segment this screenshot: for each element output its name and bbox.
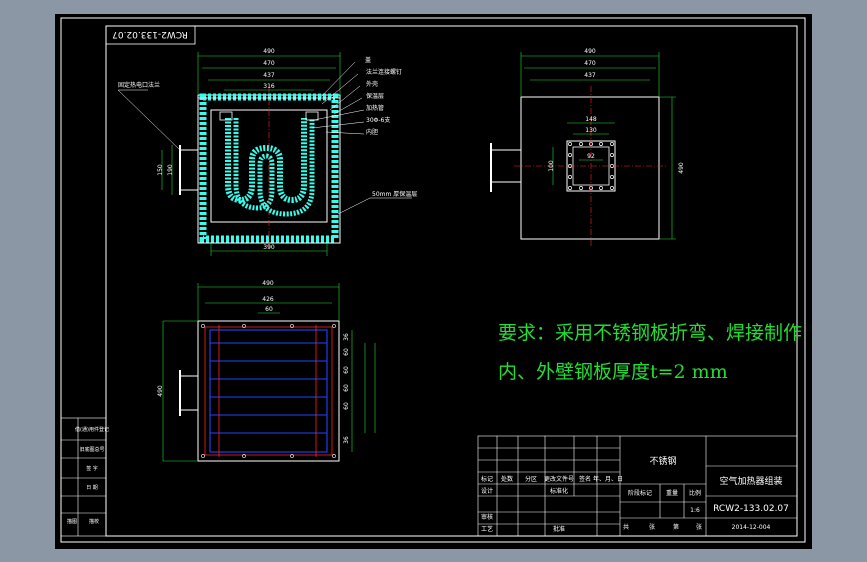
strip-label-3: 签 字 [86,465,98,472]
tb-approve: 批准 [553,525,565,533]
tb-header-date: 年、月、日 [593,475,623,483]
strip-label-4: 日 期 [86,485,98,491]
callout-heater: 加热管 [366,104,384,112]
side-dim-top-inner: 437 [584,72,596,79]
tb-sheet-no: 第 [673,523,679,531]
plan-dim-top-overall: 490 [262,280,274,287]
callout-screw: 法兰连接螺钉 [366,68,402,76]
plan-dim-row-0: 36 [343,333,350,341]
tb-material: 不锈钢 [649,455,676,467]
tb-scale-value: 1:6 [690,507,700,514]
side-dim-right: 490 [678,162,685,174]
side-dim-flange-center: 92 [587,153,595,160]
plan-dim-row-5: 36 [343,436,350,444]
callout-spec: 30Φ-6支 [366,116,390,124]
plan-dim-row-1: 60 [343,348,350,356]
side-dim-top-mid: 470 [584,60,596,67]
requirement-line-2: 内、外壁钢板厚度t=2 mm [498,361,728,383]
strip-label-5: 描图 [67,518,77,525]
front-dim-left-inner: 190 [167,164,174,176]
front-dim-top-small: 316 [263,83,275,90]
front-dim-top-mid: 470 [263,60,275,67]
plan-dim-top-inner: 426 [262,296,274,303]
callout-shell: 外壳 [366,80,378,88]
tb-title: 空气加热器组装 [719,475,782,487]
tb-header-count: 处数 [501,475,513,483]
cad-drawing: RCW2-133.02.07 借(通)用件登记 旧底图总号 签 字 日 期 描图… [0,0,867,562]
tb-check: 审核 [481,513,493,521]
tb-header-mark: 标记 [481,475,493,483]
strip-label-0: 借(通)用件登记 [75,426,109,433]
callout-liner: 内胆 [366,128,378,136]
tb-drawing-no: RCW2-133.02.07 [713,504,789,514]
callout-inlet-flange: 固定热电口法兰 [118,81,160,89]
tb-date: 2014-12-004 [732,524,771,531]
side-dim-flange-outer: 148 [585,116,597,123]
plan-dim-row-4: 60 [343,402,350,410]
tb-standardization: 标准化 [550,487,568,495]
tb-header-sign: 签名 [579,475,591,483]
callout-insulation: 保温层 [366,92,384,100]
tb-stage-mark: 阶段标记 [628,489,652,497]
front-dim-bottom: 390 [263,244,275,251]
tb-sheet-unit-2: 张 [696,523,702,531]
tb-sheet-unit-1: 张 [649,523,655,531]
tb-sheet-total: 共 [623,523,629,531]
plan-dim-top-small: 60 [265,306,273,313]
tb-scale-label: 比例 [689,489,701,497]
tb-header-zone: 分区 [525,475,537,483]
strip-label-6: 描校 [89,518,99,525]
strip-label-1: 旧底图总号 [79,446,104,453]
requirement-line-1: 要求：采用不锈钢板折弯、焊接制作 [498,322,802,344]
side-dim-flange-inner: 130 [585,127,597,134]
sheet-background [55,14,812,549]
corner-code: RCW2-133.02.07 [112,29,188,39]
side-dim-left: 100 [548,160,555,172]
drawing-sheet: RCW2-133.02.07 借(通)用件登记 旧底图总号 签 字 日 期 描图… [55,14,812,549]
tb-weight: 重量 [666,489,678,497]
front-dim-left-outer: 150 [157,164,164,176]
side-dim-top-overall: 490 [584,48,596,55]
tb-design: 设计 [481,487,493,495]
tb-header-doc: 更改文件号 [544,475,574,483]
callout-insulation-thickness: 50mm 厚保温层 [372,190,417,198]
tb-process: 工艺 [481,525,493,533]
front-dim-top-inner: 437 [263,72,275,79]
plan-dim-row-2: 60 [343,366,350,374]
plan-dim-left: 490 [157,385,164,397]
front-dim-top-overall: 490 [263,48,275,55]
callout-lid: 盖 [365,56,371,64]
plan-dim-row-3: 60 [343,384,350,392]
